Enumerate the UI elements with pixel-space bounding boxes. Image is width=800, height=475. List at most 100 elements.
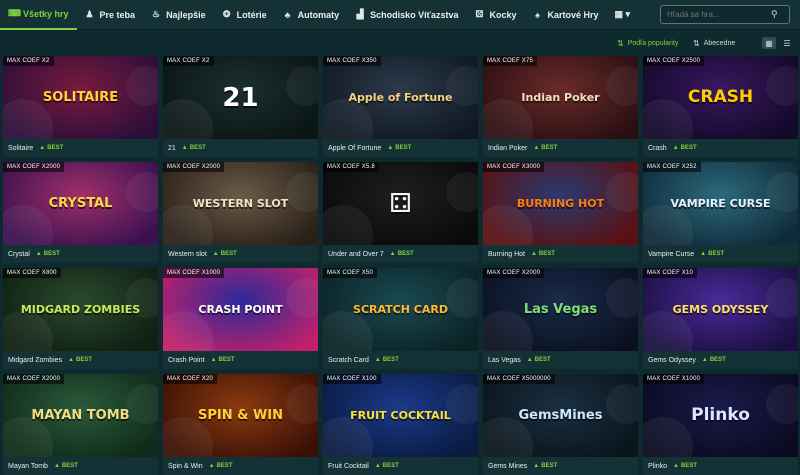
best-badge: ▲ BEST: [673, 463, 697, 469]
game-tile[interactable]: MAX COEF X2000 CRYSTAL Crystal ▲ BEST: [3, 162, 158, 263]
flame-icon: ▲: [673, 463, 680, 469]
game-tile[interactable]: MAX COEF X252 VAMPIRE CURSE Vampire Curse ▲…: [643, 162, 798, 263]
best-badge: ▲ BEST: [531, 251, 555, 257]
game-thumbnail[interactable]: MAX COEF X5000000 GemsMines: [483, 374, 638, 457]
game-thumbnail[interactable]: MAX COEF X2500 CRASH: [643, 56, 798, 139]
best-label: BEST: [220, 251, 237, 257]
nav-item-v-etky-hry[interactable]: ⌨ Všetky hry: [0, 0, 77, 30]
nav-item-najlep-ie[interactable]: ♨ Najlepšie: [143, 0, 214, 30]
game-caption: Fruit Cocktail ▲ BEST: [323, 457, 478, 475]
thumbnail-glow: [483, 205, 533, 245]
game-logo: ⚃: [389, 188, 412, 219]
game-caption: Plinko ▲ BEST: [643, 457, 798, 475]
search-box[interactable]: ⚲: [660, 5, 790, 24]
game-tile[interactable]: MAX COEF X1000 Plinko Plinko ▲ BEST: [643, 374, 798, 475]
game-tile[interactable]: MAX COEF X2000 WESTERN SLOT Western slot ▲ B…: [163, 162, 318, 263]
game-thumbnail[interactable]: MAX COEF X2000 Las Vegas: [483, 268, 638, 351]
game-title: Plinko: [648, 462, 668, 470]
game-thumbnail[interactable]: MAX COEF X75 Indian Poker: [483, 56, 638, 139]
cherry-icon: ♣: [284, 9, 291, 20]
flame-icon: ▲: [530, 251, 537, 257]
thumbnail-glow: [323, 99, 373, 139]
nav-item-kartov-hry[interactable]: ♠ Kartové Hry: [524, 0, 606, 30]
game-tile[interactable]: MAX COEF X350 Apple of Fortune Apple Of Fo…: [323, 56, 478, 157]
game-thumbnail[interactable]: MAX COEF X20 SPIN & WIN: [163, 374, 318, 457]
game-tile[interactable]: MAX COEF X2000 Las Vegas Las Vegas ▲ BEST: [483, 268, 638, 369]
game-thumbnail[interactable]: MAX COEF X252 VAMPIRE CURSE: [643, 162, 798, 245]
best-label: BEST: [216, 463, 233, 469]
game-thumbnail[interactable]: MAX COEF X350 Apple of Fortune: [323, 56, 478, 139]
game-thumbnail[interactable]: MAX COEF X5.8 ⚃: [323, 162, 478, 245]
game-thumbnail[interactable]: MAX COEF X50 SCRATCH CARD: [323, 268, 478, 351]
best-badge: ▲ BEST: [54, 463, 78, 469]
best-label: BEST: [43, 251, 60, 257]
game-caption: 21 ▲ BEST: [163, 139, 318, 157]
sort-alphabetical-button[interactable]: ⇅ Abecedne: [693, 39, 735, 48]
game-thumbnail[interactable]: MAX COEF X1000 CRASH POINT: [163, 268, 318, 351]
max-coef-badge: MAX COEF X10: [643, 268, 698, 278]
best-badge: ▲ BEST: [213, 251, 237, 257]
game-tile[interactable]: MAX COEF X1000 CRASH POINT Crash Point ▲ BES…: [163, 268, 318, 369]
game-thumbnail[interactable]: MAX COEF X1000 Plinko: [643, 374, 798, 457]
game-tile[interactable]: MAX COEF X100 FRUIT COCKTAIL Fruit Cocktai…: [323, 374, 478, 475]
nav-item-lot-rie[interactable]: ❂ Lotérie: [214, 0, 275, 30]
nav-item-more[interactable]: ▦ ▾: [607, 0, 638, 30]
game-tile[interactable]: MAX COEF X5000000 GemsMines Gems Mines ▲ BES…: [483, 374, 638, 475]
game-caption: Crash ▲ BEST: [643, 139, 798, 157]
nav-item-label: Kocky: [489, 9, 517, 20]
game-tile[interactable]: MAX COEF X10 GEMS ODYSSEY Gems Odyssey ▲ BES…: [643, 268, 798, 369]
max-coef-badge: MAX COEF X2000: [163, 162, 225, 172]
list-view-button[interactable]: ☰: [780, 37, 794, 49]
best-label: BEST: [61, 463, 78, 469]
flame-icon: ▲: [210, 357, 217, 363]
max-coef-badge: MAX COEF X5.8: [323, 162, 379, 172]
thumbnail-glow: [323, 311, 373, 351]
game-logo: Las Vegas: [523, 302, 598, 317]
person-icon: ♟: [85, 9, 94, 19]
best-label: BEST: [382, 357, 399, 363]
grid-view-button[interactable]: ▦: [762, 37, 776, 49]
game-tile[interactable]: MAX COEF X5.8 ⚃ Under and Over 7 ▲ BEST: [323, 162, 478, 263]
game-logo: SOLITAIRE: [42, 90, 119, 105]
game-thumbnail[interactable]: MAX COEF X2 21: [163, 56, 318, 139]
game-tile[interactable]: MAX COEF X3000 BURNING HOT Burning Hot ▲ BES…: [483, 162, 638, 263]
game-tile[interactable]: MAX COEF X2500 CRASH Crash ▲ BEST: [643, 56, 798, 157]
thumbnail-glow: [643, 99, 693, 139]
game-tile[interactable]: MAX COEF X20 SPIN & WIN Spin & Win ▲ BEST: [163, 374, 318, 475]
search-icon[interactable]: ⚲: [771, 9, 778, 20]
game-tile[interactable]: MAX COEF X2 SOLITAIRE Solitaire ▲ BEST: [3, 56, 158, 157]
sort-by-popularity-button[interactable]: ⇅ Podľa popularity: [617, 39, 678, 48]
game-thumbnail[interactable]: MAX COEF X2000 MAYAN TOMB: [3, 374, 158, 457]
game-thumbnail[interactable]: MAX COEF X2000 WESTERN SLOT: [163, 162, 318, 245]
best-label: BEST: [680, 145, 697, 151]
game-thumbnail[interactable]: MAX COEF X3000 BURNING HOT: [483, 162, 638, 245]
game-thumbnail[interactable]: MAX COEF X800 MIDGARD ZOMBIES: [3, 268, 158, 351]
thumbnail-glow: [163, 417, 213, 457]
game-tile[interactable]: MAX COEF X50 SCRATCH CARD Scratch Card ▲ BES…: [323, 268, 478, 369]
thumbnail-glow: [3, 99, 53, 139]
nav-item-kocky[interactable]: ⚄ Kocky: [466, 0, 524, 30]
game-title: Burning Hot: [488, 250, 525, 258]
game-thumbnail[interactable]: MAX COEF X2000 CRYSTAL: [3, 162, 158, 245]
game-tile[interactable]: MAX COEF X2000 MAYAN TOMB Mayan Tomb ▲ BEST: [3, 374, 158, 475]
thumbnail-glow: [286, 384, 318, 424]
game-tile[interactable]: MAX COEF X800 MIDGARD ZOMBIES Midgard Zomb…: [3, 268, 158, 369]
nav-item-pre-teba[interactable]: ♟ Pre teba: [77, 0, 144, 30]
max-coef-badge: MAX COEF X2000: [3, 162, 65, 172]
nav-item-schodisko-v-azstva[interactable]: ▟ Schodisko Víťazstva: [347, 0, 466, 30]
best-label: BEST: [47, 145, 64, 151]
max-coef-badge: MAX COEF X100: [323, 374, 381, 384]
game-thumbnail[interactable]: MAX COEF X10 GEMS ODYSSEY: [643, 268, 798, 351]
game-tile[interactable]: MAX COEF X2 21 21 ▲ BEST: [163, 56, 318, 157]
flame-icon: ▲: [374, 463, 381, 469]
best-label: BEST: [189, 145, 206, 151]
flame-icon: ▲: [208, 463, 215, 469]
game-thumbnail[interactable]: MAX COEF X100 FRUIT COCKTAIL: [323, 374, 478, 457]
search-input[interactable]: [661, 10, 771, 19]
max-coef-badge: MAX COEF X252: [643, 162, 701, 172]
nav-item-automaty[interactable]: ♣ Automaty: [275, 0, 348, 30]
nav-item-label: Lotérie: [236, 9, 267, 20]
flame-icon: ▲: [68, 357, 75, 363]
game-tile[interactable]: MAX COEF X75 Indian Poker Indian Poker ▲ BES…: [483, 56, 638, 157]
game-thumbnail[interactable]: MAX COEF X2 SOLITAIRE: [3, 56, 158, 139]
